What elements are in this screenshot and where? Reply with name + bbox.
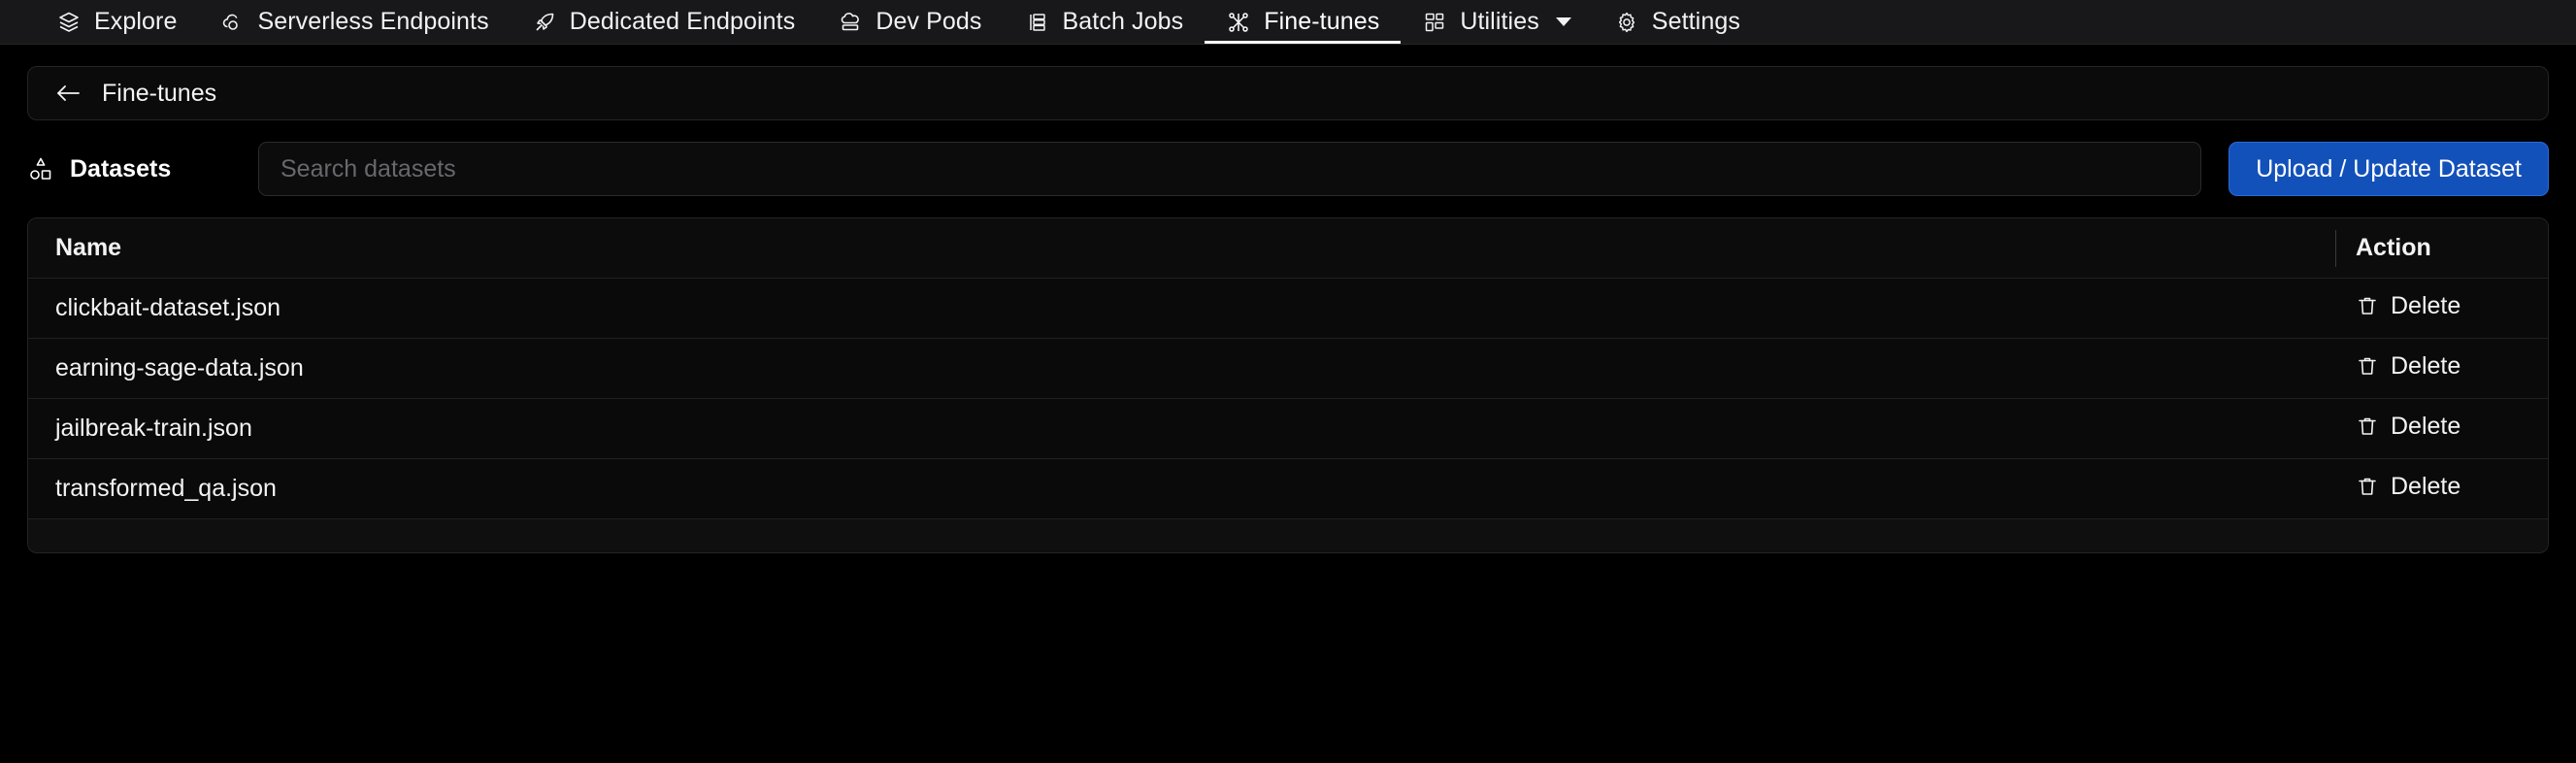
table-row[interactable]: clickbait-dataset.json Delete — [28, 279, 2548, 339]
breadcrumb[interactable]: Fine-tunes — [27, 66, 2549, 120]
column-header-action: Action — [2356, 234, 2431, 261]
nav-item-label: Serverless Endpoints — [257, 8, 489, 35]
table-header-row: Name Action — [28, 218, 2548, 279]
dataset-name: jailbreak-train.json — [55, 415, 252, 442]
column-header-name: Name — [55, 234, 122, 261]
datasets-table: Name Action clickbait-dataset.json Delet… — [27, 217, 2549, 553]
nav-item-fine-tunes[interactable]: Fine-tunes — [1205, 0, 1402, 44]
nav-item-label: Batch Jobs — [1062, 8, 1184, 35]
top-navigation-bar: Explore Serverless Endpoints Dedicated E… — [0, 0, 2576, 45]
delete-button[interactable]: Delete — [2356, 413, 2460, 441]
nav-item-label: Dev Pods — [875, 8, 982, 35]
datasets-section-label: Datasets — [27, 155, 258, 183]
delete-button[interactable]: Delete — [2356, 292, 2460, 320]
table-footer — [28, 519, 2548, 552]
cloud-icon — [219, 10, 245, 35]
delete-button-label: Delete — [2391, 351, 2461, 380]
stack-icon — [1025, 10, 1050, 35]
nav-item-label: Settings — [1651, 8, 1740, 35]
breadcrumb-label: Fine-tunes — [102, 79, 217, 107]
row-action-cell: Delete — [2336, 473, 2548, 506]
grid-icon — [1422, 10, 1447, 35]
upload-update-dataset-button[interactable]: Upload / Update Dataset — [2229, 142, 2549, 196]
datasets-label-text: Datasets — [70, 154, 172, 182]
nav-item-label: Fine-tunes — [1264, 8, 1380, 35]
nav-item-batch-jobs[interactable]: Batch Jobs — [1004, 0, 1205, 44]
delete-button[interactable]: Delete — [2356, 473, 2460, 501]
nav-item-utilities[interactable]: Utilities — [1401, 0, 1592, 44]
row-action-cell: Delete — [2336, 413, 2548, 446]
delete-button-label: Delete — [2391, 472, 2461, 500]
dataset-name: earning-sage-data.json — [55, 354, 304, 382]
rocket-icon — [532, 10, 557, 35]
page-content: Fine-tunes Datasets Upload / Update Data… — [0, 45, 2576, 553]
gear-icon — [1614, 10, 1639, 35]
shapes-icon — [27, 155, 54, 182]
dataset-name: clickbait-dataset.json — [55, 294, 281, 321]
trash-icon — [2356, 294, 2379, 317]
row-action-cell: Delete — [2336, 352, 2548, 385]
table-row[interactable]: jailbreak-train.json Delete — [28, 399, 2548, 459]
table-row[interactable]: earning-sage-data.json Delete — [28, 339, 2548, 399]
nav-item-settings[interactable]: Settings — [1593, 0, 1762, 44]
trash-icon — [2356, 415, 2379, 438]
delete-button[interactable]: Delete — [2356, 352, 2460, 381]
nav-item-label: Utilities — [1460, 8, 1539, 35]
dataset-name: transformed_qa.json — [55, 475, 277, 502]
arrow-left-icon[interactable] — [53, 81, 83, 106]
trash-icon — [2356, 475, 2379, 498]
finetune-icon — [1226, 10, 1251, 35]
search-datasets-box[interactable] — [258, 142, 2202, 196]
layers-icon — [56, 10, 82, 35]
nav-item-explore[interactable]: Explore — [35, 0, 198, 44]
nav-item-label: Explore — [94, 8, 178, 35]
delete-button-label: Delete — [2391, 291, 2461, 319]
nav-item-label: Dedicated Endpoints — [569, 8, 796, 35]
datasets-toolbar: Datasets Upload / Update Dataset — [27, 142, 2549, 196]
nav-item-dedicated-endpoints[interactable]: Dedicated Endpoints — [511, 0, 817, 44]
nav-item-dev-pods[interactable]: Dev Pods — [816, 0, 1003, 44]
table-row[interactable]: transformed_qa.json Delete — [28, 459, 2548, 519]
trash-icon — [2356, 354, 2379, 378]
nav-item-serverless-endpoints[interactable]: Serverless Endpoints — [198, 0, 510, 44]
search-input[interactable] — [281, 154, 2180, 183]
pod-icon — [838, 10, 863, 35]
chevron-down-icon — [1555, 17, 1571, 26]
delete-button-label: Delete — [2391, 412, 2461, 440]
row-action-cell: Delete — [2336, 292, 2548, 325]
